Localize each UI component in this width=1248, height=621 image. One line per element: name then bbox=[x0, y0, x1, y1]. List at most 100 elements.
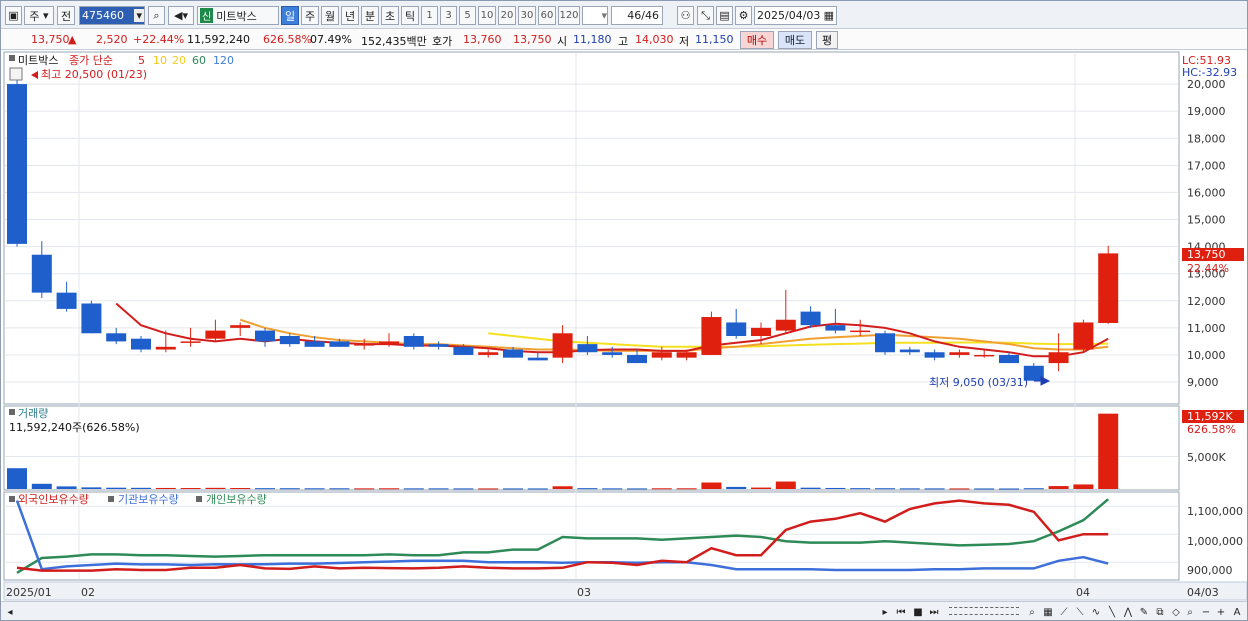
sell-button[interactable]: 매도 bbox=[778, 31, 812, 49]
y-axis-ticks: 20,00019,00018,00017,00016,00015,00014,0… bbox=[1187, 78, 1226, 389]
volume-bar bbox=[428, 488, 449, 490]
calendar-icon[interactable] bbox=[9, 67, 23, 81]
magnifier-icon[interactable]: ⌕ bbox=[1025, 605, 1039, 619]
stock-name-box[interactable]: 신 미트박스 bbox=[197, 6, 279, 25]
tab-second[interactable]: 초 bbox=[381, 6, 399, 25]
cross-line-icon[interactable]: ⤡ bbox=[697, 6, 714, 25]
candle-body bbox=[1073, 322, 1094, 350]
low-note: 최저 9,050 (03/31) bbox=[929, 376, 1028, 389]
price-change: 2,520 bbox=[96, 33, 128, 46]
ma-period-120: 120 bbox=[213, 54, 234, 67]
price-y-tick: 11,000 bbox=[1187, 322, 1226, 335]
prev-button[interactable]: 전 bbox=[57, 6, 75, 25]
volume-bar bbox=[279, 488, 300, 490]
tab-year[interactable]: 년 bbox=[341, 6, 359, 25]
binoculars-icon[interactable]: ⚇ bbox=[677, 6, 694, 25]
buy-button[interactable]: 매수 bbox=[740, 31, 774, 49]
volume-bar bbox=[899, 488, 920, 490]
zoom-slider[interactable] bbox=[949, 607, 1019, 615]
pane-handle-icon[interactable] bbox=[9, 496, 15, 502]
ma-period-10: 10 bbox=[153, 54, 167, 67]
wave-icon[interactable]: ∿ bbox=[1089, 605, 1103, 619]
bottom-bar: ◂ ▸ ⏮ ■ ⏭ ⌕ ▦ ⟋ ⟍ ∿ ╲ ⋀ ✎ ⧉ ◇ ⌕ − + A bbox=[1, 601, 1247, 620]
volume-bar bbox=[478, 488, 499, 490]
tab-month[interactable]: 월 bbox=[321, 6, 339, 25]
period-type-select[interactable]: 주 ▾ bbox=[24, 6, 54, 25]
line-icon[interactable]: ╲ bbox=[1105, 605, 1119, 619]
candle-body bbox=[205, 330, 226, 339]
draw-icon[interactable]: ⟋ bbox=[1057, 605, 1071, 619]
bid-ask-label: 호가 bbox=[432, 35, 453, 48]
volume-pane[interactable] bbox=[3, 405, 1180, 491]
pane-handle-icon bbox=[196, 496, 202, 502]
stock-chart[interactable]: 20,00019,00018,00017,00016,00015,00014,0… bbox=[1, 51, 1248, 601]
scroll-right-icon[interactable]: ▸ bbox=[878, 605, 892, 619]
search-icon[interactable]: ⌕ bbox=[1183, 605, 1197, 619]
hc-value: HC:-32.93 bbox=[1182, 66, 1237, 79]
candle-body bbox=[552, 333, 573, 358]
minute-20[interactable]: 20 bbox=[498, 6, 516, 25]
save-icon[interactable]: ▤ bbox=[716, 6, 733, 25]
stock-code-input[interactable]: 475460 ▾ bbox=[79, 6, 145, 25]
volume-bar bbox=[230, 488, 251, 490]
minute-30[interactable]: 30 bbox=[518, 6, 536, 25]
scroll-left-icon[interactable]: ◂ bbox=[3, 605, 17, 619]
tab-day[interactable]: 일 bbox=[281, 6, 299, 25]
minute-120[interactable]: 120 bbox=[558, 6, 580, 25]
candle-body bbox=[478, 352, 499, 355]
minute-5[interactable]: 5 bbox=[459, 6, 476, 25]
minute-60[interactable]: 60 bbox=[538, 6, 556, 25]
gear-icon[interactable]: ⚙ bbox=[735, 6, 752, 25]
layout-icon[interactable]: ▣ bbox=[5, 6, 22, 25]
minute-1[interactable]: 1 bbox=[421, 6, 438, 25]
zigzag-icon[interactable]: ⋀ bbox=[1121, 605, 1135, 619]
speaker-icon[interactable]: ◀▾ bbox=[168, 6, 194, 25]
date-input[interactable]: 2025/04/03 ▦ bbox=[754, 6, 837, 25]
minute-3[interactable]: 3 bbox=[440, 6, 457, 25]
trend-icon[interactable]: ⟍ bbox=[1073, 605, 1087, 619]
tab-tick[interactable]: 틱 bbox=[401, 6, 419, 25]
volume-bar bbox=[131, 487, 151, 489]
plus-icon[interactable]: + bbox=[1214, 605, 1228, 619]
volume-bar bbox=[552, 486, 573, 489]
volume-bar bbox=[379, 488, 399, 490]
last-page-icon[interactable]: ⏭ bbox=[927, 605, 941, 619]
stock-code-value: 475460 bbox=[82, 9, 124, 22]
brush-icon[interactable]: ✎ bbox=[1137, 605, 1151, 619]
candle-body bbox=[354, 344, 375, 346]
first-page-icon[interactable]: ⏮ bbox=[894, 605, 908, 619]
calendar-icon: ▦ bbox=[823, 9, 834, 22]
ask-price: 13,760 bbox=[463, 33, 502, 46]
volume-bar bbox=[800, 487, 821, 489]
foreign-holdings-label: 외국인보유수량 bbox=[18, 493, 89, 506]
tab-minute[interactable]: 분 bbox=[361, 6, 379, 25]
low-price: 11,150 bbox=[695, 33, 734, 46]
tab-week[interactable]: 주 bbox=[301, 6, 319, 25]
copy-icon[interactable]: ⧉ bbox=[1153, 605, 1167, 619]
custom-interval-select[interactable]: ▾ bbox=[582, 6, 608, 25]
minute-10[interactable]: 10 bbox=[478, 6, 496, 25]
tag-icon[interactable]: ◇ bbox=[1169, 605, 1183, 619]
chevron-down-icon: ▾ bbox=[43, 9, 49, 22]
volume-bar bbox=[651, 488, 672, 490]
high-note: 최고 20,500 (01/23) bbox=[41, 68, 147, 81]
volume-bar bbox=[354, 488, 375, 490]
x-label-04: 04 bbox=[1076, 586, 1090, 599]
candle-body bbox=[503, 349, 523, 358]
font-size-icon[interactable]: A bbox=[1230, 605, 1244, 619]
date-value: 2025/04/03 bbox=[757, 9, 821, 22]
volume-bar bbox=[503, 488, 523, 490]
ma-period-5: 5 bbox=[138, 54, 145, 67]
avg-price-button[interactable]: 평 bbox=[816, 31, 838, 49]
count-input[interactable]: 46/46 bbox=[611, 6, 663, 25]
pane-handle-icon[interactable] bbox=[9, 55, 15, 61]
bid-price: 13,750 bbox=[513, 33, 552, 46]
minus-icon[interactable]: − bbox=[1199, 605, 1213, 619]
pane-handle-icon[interactable] bbox=[9, 409, 15, 415]
grid-icon[interactable]: ▦ bbox=[1041, 605, 1055, 619]
institution-holdings-label: 기관보유수량 bbox=[118, 493, 179, 506]
search-icon[interactable]: ⌕ bbox=[148, 6, 165, 25]
candle-body bbox=[379, 341, 399, 345]
volume-bar bbox=[676, 488, 697, 490]
stop-icon[interactable]: ■ bbox=[911, 605, 925, 619]
